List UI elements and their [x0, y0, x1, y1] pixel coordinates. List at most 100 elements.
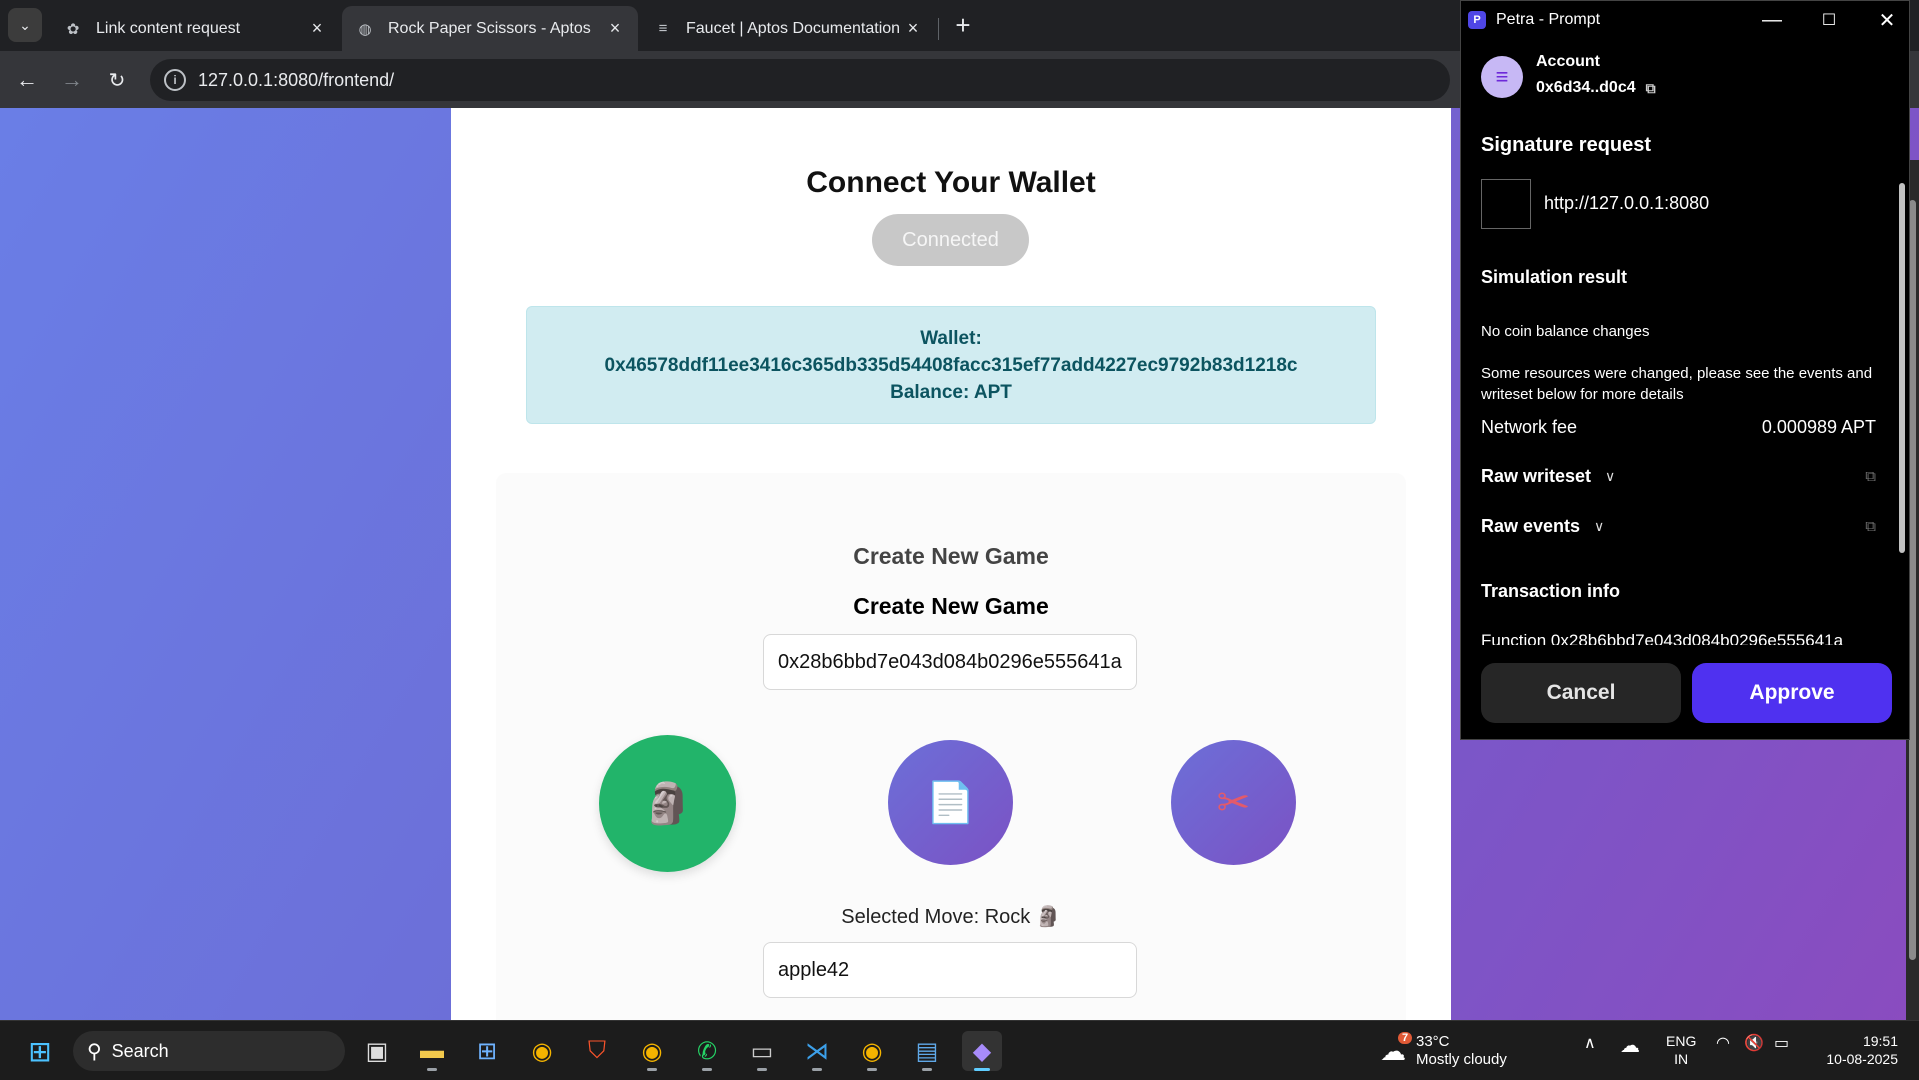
- reload-icon[interactable]: ↻: [100, 63, 134, 97]
- account-label: Account: [1536, 53, 1600, 70]
- close-icon[interactable]: ×: [308, 18, 326, 39]
- scrollbar-thumb[interactable]: [1909, 200, 1916, 960]
- tab-rock-paper-scissors[interactable]: ◍ Rock Paper Scissors - Aptos ×: [342, 6, 638, 51]
- paper-icon: 📄: [925, 781, 976, 825]
- weather-badge: 7: [1398, 1031, 1413, 1044]
- network-fee-label: Network fee: [1481, 417, 1578, 437]
- weather-widget[interactable]: ☁ 7 33°C Mostly cloudy: [1380, 1031, 1507, 1071]
- copy-icon[interactable]: ⧉: [1865, 518, 1876, 535]
- site-info-icon[interactable]: i: [164, 69, 186, 91]
- language-indicator[interactable]: ENG IN: [1666, 1032, 1696, 1068]
- weather-temp: 33°C: [1416, 1033, 1450, 1050]
- copy-icon[interactable]: ⧉: [1646, 80, 1656, 97]
- cloud-moon-icon: ☁ 7: [1380, 1031, 1413, 1067]
- close-icon[interactable]: ×: [606, 18, 624, 39]
- signature-request-title: Signature request: [1481, 134, 1652, 156]
- network-fee-value: 0.000989 APT: [1761, 417, 1876, 437]
- running-indicator: [427, 1068, 437, 1071]
- raw-events-row[interactable]: Raw events ∨ ⧉: [1481, 516, 1876, 537]
- whatsapp-icon[interactable]: ✆: [687, 1031, 727, 1071]
- approve-button[interactable]: Approve: [1692, 663, 1892, 723]
- aptos-icon: ≡: [658, 20, 668, 37]
- terminal-icon[interactable]: ▭: [742, 1031, 782, 1071]
- forward-arrow-icon[interactable]: →: [55, 63, 89, 97]
- address-bar[interactable]: i 127.0.0.1:8080/frontend/: [150, 59, 1450, 101]
- search-label: Search: [111, 1040, 169, 1061]
- account-avatar: ≡: [1481, 56, 1523, 98]
- volume-muted-icon[interactable]: 🔇: [1744, 1033, 1764, 1053]
- new-tab-button[interactable]: +: [948, 10, 978, 40]
- site-favicon: [1481, 179, 1531, 229]
- petra-prompt-window: P Petra - Prompt — ☐ ✕ ≡ Account 0x6d34.…: [1460, 0, 1910, 740]
- microsoft-store-icon[interactable]: ⊞: [467, 1031, 507, 1071]
- requesting-site-url: http://127.0.0.1:8080: [1544, 193, 1710, 213]
- tab-title: Faucet | Aptos Documentation: [686, 19, 901, 37]
- chevron-up-icon[interactable]: ∧: [1584, 1033, 1596, 1053]
- wifi-icon[interactable]: ◠: [1716, 1033, 1730, 1053]
- petra-title-bar: P Petra - Prompt — ☐ ✕: [1461, 1, 1911, 39]
- petra-logo-icon: P: [1468, 11, 1486, 29]
- cancel-button[interactable]: Cancel: [1481, 663, 1681, 723]
- raw-writeset-label: Raw writeset: [1481, 466, 1592, 486]
- onedrive-icon[interactable]: ☁: [1620, 1033, 1640, 1058]
- tab-link-content-request[interactable]: ✿ Link content request ×: [50, 6, 340, 51]
- vscode-icon[interactable]: ⋊: [797, 1031, 837, 1071]
- petra-taskbar-icon[interactable]: ◆: [962, 1031, 1002, 1071]
- wallet-balance: Balance: APT: [890, 381, 1012, 403]
- search-icon: ⚲: [87, 1040, 102, 1063]
- notepad-icon[interactable]: ▤: [907, 1031, 947, 1071]
- resources-changed-note: Some resources were changed, please see …: [1481, 365, 1873, 403]
- rock-move-button[interactable]: 🗿: [599, 735, 736, 872]
- simulation-result-title: Simulation result: [1481, 267, 1628, 287]
- secret-input[interactable]: apple42: [763, 942, 1137, 998]
- openai-icon: ✿: [66, 20, 80, 38]
- task-view-icon[interactable]: ▣: [357, 1031, 397, 1071]
- language-code: ENG: [1666, 1033, 1697, 1049]
- chrome-icon[interactable]: ◉: [522, 1031, 562, 1071]
- wallet-address: 0x46578ddf11ee3416c365db335d54408facc315…: [604, 354, 1298, 376]
- maximize-icon[interactable]: ☐: [1815, 7, 1843, 33]
- tab-title: Link content request: [96, 19, 241, 37]
- copy-icon[interactable]: ⧉: [1865, 468, 1876, 485]
- windows-start-icon[interactable]: ⊞: [20, 1031, 60, 1071]
- form-title: Create New Game: [853, 593, 1049, 619]
- url-text: 127.0.0.1:8080/frontend/: [198, 69, 395, 90]
- tab-aptos-faucet[interactable]: ≡ Faucet | Aptos Documentation ×: [640, 6, 936, 51]
- account-address: 0x6d34..d0c4 ⧉: [1536, 79, 1656, 97]
- petra-window-title: Petra - Prompt: [1496, 11, 1601, 28]
- file-explorer-icon[interactable]: ▬: [412, 1031, 452, 1071]
- tab-search-button[interactable]: ⌄: [8, 8, 42, 42]
- weather-desc: Mostly cloudy: [1416, 1051, 1507, 1068]
- selected-move-label: Selected Move: Rock 🗿: [841, 906, 1061, 928]
- scissors-move-button[interactable]: ✂: [1171, 740, 1296, 865]
- chevron-down-icon[interactable]: ∨: [1605, 468, 1615, 485]
- page-title: Connect Your Wallet: [806, 166, 1096, 199]
- raw-events-label: Raw events: [1481, 516, 1581, 536]
- brave-icon[interactable]: ⛉: [577, 1031, 617, 1071]
- transaction-info-title: Transaction info: [1481, 581, 1621, 601]
- chrome-profile-icon[interactable]: ◉: [632, 1031, 672, 1071]
- battery-icon[interactable]: ▭: [1774, 1033, 1789, 1053]
- taskbar-search[interactable]: ⚲ Search: [73, 1031, 345, 1071]
- system-clock[interactable]: 19:51 10-08-2025: [1812, 1032, 1898, 1068]
- running-indicator: [757, 1068, 767, 1071]
- paper-move-button[interactable]: 📄: [888, 740, 1013, 865]
- opponent-address-input[interactable]: 0x28b6bbd7e043d084b0296e555641a: [763, 634, 1137, 690]
- main-card: Connect Your Wallet Connected Wallet: 0x…: [451, 108, 1451, 1020]
- minimize-icon[interactable]: —: [1758, 7, 1786, 33]
- connect-wallet-button[interactable]: Connected: [872, 214, 1029, 266]
- back-arrow-icon[interactable]: ←: [10, 63, 44, 97]
- running-indicator: [867, 1068, 877, 1071]
- wallet-label: Wallet:: [920, 327, 982, 349]
- region-code: IN: [1674, 1051, 1689, 1067]
- chrome-second-profile-icon[interactable]: ◉: [852, 1031, 892, 1071]
- close-icon[interactable]: ×: [904, 18, 922, 39]
- active-indicator: [974, 1068, 990, 1071]
- close-icon[interactable]: ✕: [1873, 7, 1901, 33]
- clock-time: 19:51: [1862, 1033, 1898, 1049]
- raw-writeset-row[interactable]: Raw writeset ∨ ⧉: [1481, 466, 1876, 487]
- rock-icon: 🗿: [642, 782, 693, 826]
- chevron-down-icon[interactable]: ∨: [1594, 518, 1604, 535]
- petra-scrollbar-thumb[interactable]: [1899, 183, 1905, 553]
- running-indicator: [647, 1068, 657, 1071]
